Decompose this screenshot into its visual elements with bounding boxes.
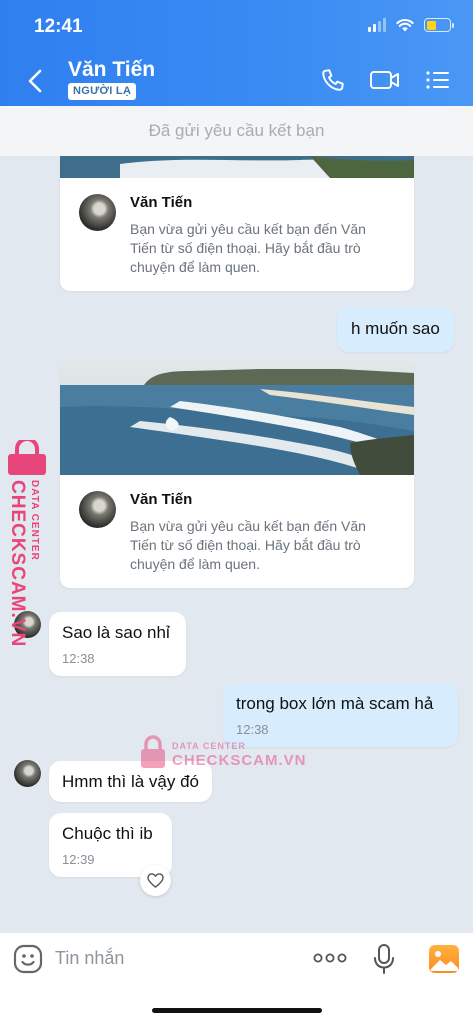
- message-time: 12:39: [62, 852, 95, 867]
- message-time: 12:38: [62, 651, 95, 666]
- status-time: 12:41: [34, 16, 83, 37]
- checkscam-watermark: DATA CENTER CHECKSCAM.VN: [5, 440, 49, 647]
- outgoing-message[interactable]: h muốn sao: [337, 306, 454, 352]
- back-arrow-icon: [28, 69, 42, 93]
- watermark-title: CHECKSCAM.VN: [7, 480, 28, 648]
- voice-call-button[interactable]: [316, 64, 350, 96]
- watermark-title: CHECKSCAM.VN: [172, 752, 307, 769]
- more-dots-icon: [313, 953, 347, 963]
- card-contact-name: Văn Tiến: [130, 194, 193, 211]
- card-description: Bạn vừa gửi yêu cầu kết bạn đến Văn Tiến…: [130, 518, 366, 572]
- watermark-subtitle: DATA CENTER: [172, 741, 246, 751]
- battery-icon: [424, 18, 454, 32]
- friend-request-card[interactable]: Văn Tiến Bạn vừa gửi yêu cầu kết bạn đến…: [60, 156, 414, 291]
- video-call-button[interactable]: [368, 64, 402, 96]
- phone-icon: [322, 69, 344, 91]
- home-indicator: [152, 1008, 322, 1013]
- sender-avatar[interactable]: [14, 760, 41, 787]
- chat-header: 12:41 Văn Tiến NGƯỜI LẠ: [0, 0, 473, 106]
- gallery-icon: [429, 945, 459, 973]
- more-options-button[interactable]: [313, 947, 347, 969]
- conversation-menu-button[interactable]: [421, 64, 455, 96]
- avatar: [79, 194, 116, 231]
- video-call-icon: [370, 71, 399, 89]
- friend-request-text: Đã gửi yêu cầu kết bạn: [148, 121, 325, 140]
- message-input[interactable]: Tin nhắn: [55, 948, 124, 969]
- avatar: [79, 491, 116, 528]
- friend-request-card-body: Văn Tiến Bạn vừa gửi yêu cầu kết bạn đến…: [60, 475, 414, 588]
- message-list[interactable]: Văn Tiến Bạn vừa gửi yêu cầu kết bạn đến…: [0, 156, 473, 932]
- lock-logo-icon: [8, 440, 46, 475]
- message-text: Sao là sao nhỉ: [62, 623, 170, 642]
- heart-icon: [147, 873, 164, 888]
- menu-list-icon: [426, 71, 449, 89]
- card-contact-name: Văn Tiến: [130, 491, 193, 508]
- beach-landscape-image: [60, 357, 414, 475]
- message-text: Chuộc thì ib: [62, 824, 153, 843]
- back-button[interactable]: [22, 66, 48, 96]
- friend-request-card[interactable]: Văn Tiến Bạn vừa gửi yêu cầu kết bạn đến…: [60, 357, 414, 588]
- cellular-signal-icon: [368, 18, 386, 32]
- emoji-button[interactable]: [13, 944, 43, 974]
- microphone-icon: [374, 944, 394, 974]
- status-icons: [368, 18, 454, 32]
- contact-name[interactable]: Văn Tiến: [68, 58, 155, 82]
- stranger-badge: NGƯỜI LẠ: [68, 83, 137, 100]
- react-heart-button[interactable]: [140, 865, 171, 896]
- beach-landscape-image: [60, 156, 414, 178]
- card-description: Bạn vừa gửi yêu cầu kết bạn đến Văn Tiến…: [130, 221, 366, 275]
- friend-request-sent-bar: Đã gửi yêu cầu kết bạn: [0, 106, 473, 156]
- watermark-subtitle: DATA CENTER: [29, 480, 40, 561]
- message-text: trong box lớn mà scam hả: [236, 694, 434, 713]
- wifi-icon: [396, 19, 414, 32]
- friend-request-card-body: Văn Tiến Bạn vừa gửi yêu cầu kết bạn đến…: [60, 178, 414, 291]
- gallery-button[interactable]: [428, 944, 460, 974]
- lock-logo-icon: [141, 735, 165, 768]
- incoming-message[interactable]: Sao là sao nhỉ 12:38: [49, 612, 186, 676]
- checkscam-watermark-center: DATA CENTER CHECKSCAM.VN: [140, 734, 306, 778]
- message-text: h muốn sao: [351, 319, 440, 338]
- emoji-icon: [13, 944, 43, 974]
- voice-message-button[interactable]: [372, 943, 396, 975]
